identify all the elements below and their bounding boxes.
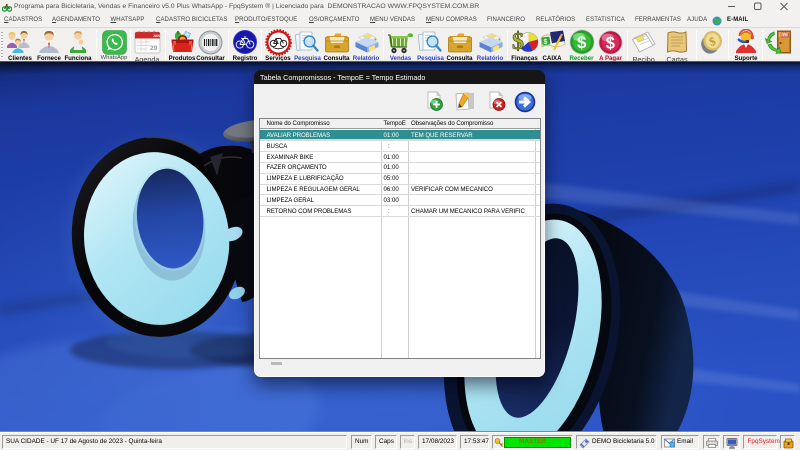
svg-text:$: $ <box>512 29 524 55</box>
svg-text:$: $ <box>577 33 587 52</box>
svg-text:$: $ <box>543 39 547 46</box>
svg-text:29: 29 <box>150 45 158 52</box>
svg-text:JAN: JAN <box>153 34 160 38</box>
svg-text:EXIT: EXIT <box>782 33 789 37</box>
svg-text:$: $ <box>606 34 615 52</box>
